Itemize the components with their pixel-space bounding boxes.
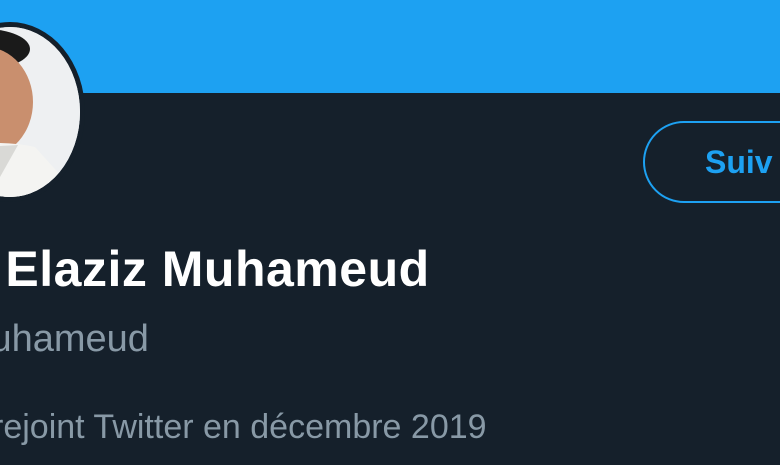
display-name: d Elaziz Muhameud bbox=[0, 241, 430, 297]
follow-button[interactable]: Suiv bbox=[643, 121, 780, 203]
profile-screen: Suiv d Elaziz Muhameud luhameud rejoint … bbox=[0, 0, 780, 465]
follow-button-label: Suiv bbox=[705, 143, 773, 180]
joined-date: rejoint Twitter en décembre 2019 bbox=[0, 408, 487, 446]
user-handle: luhameud bbox=[0, 318, 149, 360]
profile-banner[interactable] bbox=[0, 0, 780, 93]
